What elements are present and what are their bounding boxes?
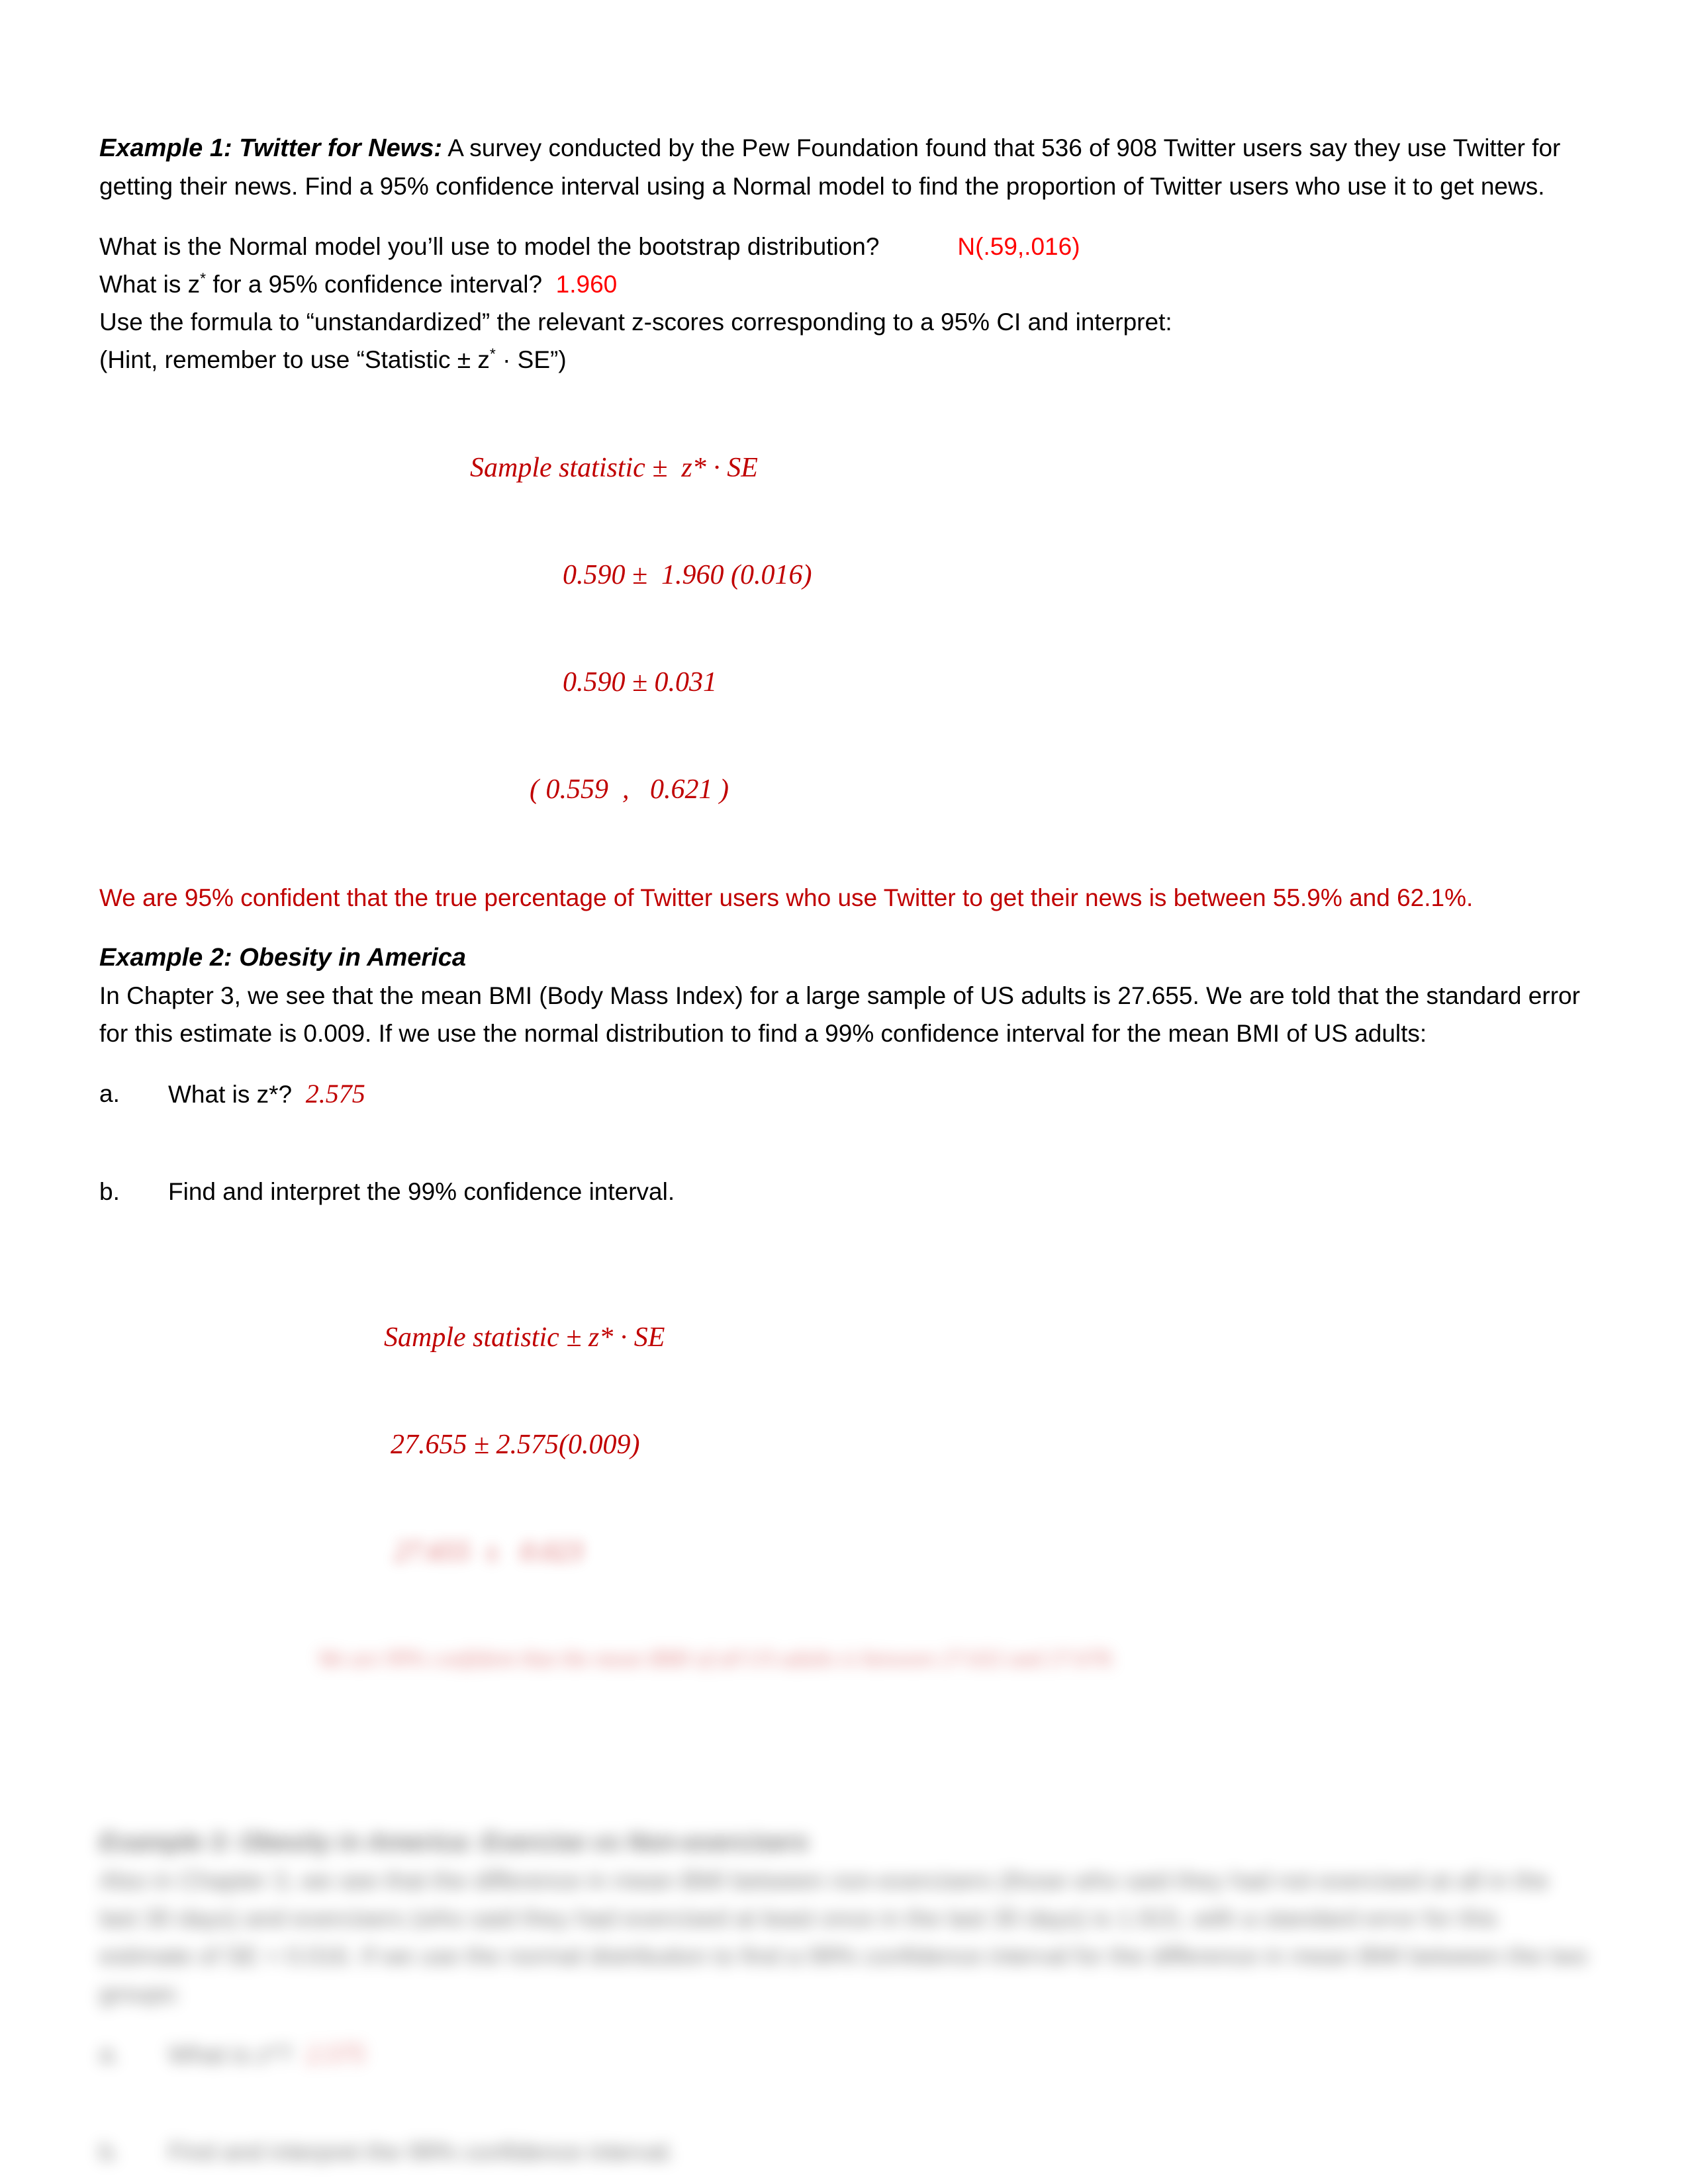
example2-math-block: Sample statistic ± z* · SE 27.655 ± 2.57… — [99, 1248, 1592, 1749]
example1-question1-prompt: What is the Normal model you’ll use to m… — [99, 233, 880, 260]
example1-hint-b: · SE”) — [495, 346, 567, 373]
example1-question2-prompt-a: What is z — [99, 271, 201, 298]
example2-item-b-marker: b. — [99, 1178, 120, 1205]
example2-item-a-marker: a. — [99, 1080, 120, 1107]
example3-item-a-answer: 2.575 — [305, 2039, 365, 2069]
example3-section: Example 3: Obesity in America: Exercise … — [99, 1824, 1592, 2184]
example2-heading: Example 2: Obesity in America — [99, 944, 467, 972]
example3-item-a-text: What is z*? — [168, 2041, 293, 2068]
example2-item-a-text: What is z*? — [168, 1081, 293, 1108]
example1-interpretation: We are 95% confident that the true perce… — [99, 884, 1474, 911]
example2-math-line-4: We are 99% confident that the mean BMI o… — [318, 1647, 1116, 1671]
example2-intro: In Chapter 3, we see that the mean BMI (… — [99, 982, 1580, 1047]
example1-hint-a: (Hint, remember to use “Statistic ± z — [99, 346, 490, 373]
example1-hint-superscript: * — [489, 345, 496, 363]
example3-item-b-marker: b. — [99, 2138, 120, 2165]
example1-math-line-2: 0.590 ± 1.960 (0.016) — [563, 560, 812, 590]
example1-instruction: Use the formula to “unstandardized” the … — [99, 308, 1172, 336]
example2-item-b-text: Find and interpret the 99% confidence in… — [168, 1178, 675, 1205]
example1-hint: (Hint, remember to use “Statistic ± z* ·… — [99, 341, 1592, 379]
example3-item-b: b. Find and interpret the 99% confidence … — [99, 2133, 1592, 2171]
example2-item-a: a. What is z*? 2.575 — [99, 1075, 1592, 1113]
example1-math-block: Sample statistic ± z* · SE 0.590 ± 1.960… — [99, 379, 1592, 879]
example1-question2-superscript: * — [200, 269, 207, 287]
example2-item-a-answer: 2.575 — [305, 1079, 365, 1109]
document-page: Example 1: Twitter for News: A survey co… — [0, 0, 1688, 2184]
example1-heading: Example 1: Twitter for News: — [99, 134, 443, 162]
example1-question2-answer: 1.960 — [555, 271, 618, 298]
example1-math-line-3: 0.590 ± 0.031 — [563, 667, 718, 698]
example2-math-line-1: Sample statistic ± z* · SE — [384, 1322, 665, 1353]
example3-heading: Example 3: Obesity in America: Exercise … — [99, 1829, 809, 1856]
example1-math-line-1: Sample statistic ± z* · SE — [470, 453, 758, 483]
example3-intro: Also in Chapter 3, we see that the diffe… — [99, 1867, 1588, 2007]
example2-item-b: b. Find and interpret the 99% confidence … — [99, 1173, 1592, 1210]
example2-math-line-2: 27.655 ± 2.575(0.009) — [391, 1430, 640, 1460]
example2-math-line-3: 27.655 ± 0.023 — [394, 1537, 583, 1567]
example3-item-b-text: Find and interpret the 99% confidence in… — [168, 2138, 675, 2165]
example1-question1: What is the Normal model you’ll use to m… — [99, 228, 1592, 265]
example3-item-a: a. What is z*? 2.575 — [99, 2035, 1592, 2073]
example1-question2: What is z* for a 95% confidence interval… — [99, 265, 1592, 303]
example1-question2-prompt-b: for a 95% confidence interval? — [206, 271, 543, 298]
document-body: Example 1: Twitter for News: A survey co… — [99, 129, 1592, 2184]
example1-question1-answer: N(.59,.016) — [957, 233, 1080, 260]
example1-math-line-4: ( 0.559 , 0.621 ) — [530, 774, 729, 805]
example3-item-a-marker: a. — [99, 2040, 120, 2068]
example1-paragraph: Example 1: Twitter for News: A survey co… — [99, 129, 1592, 205]
